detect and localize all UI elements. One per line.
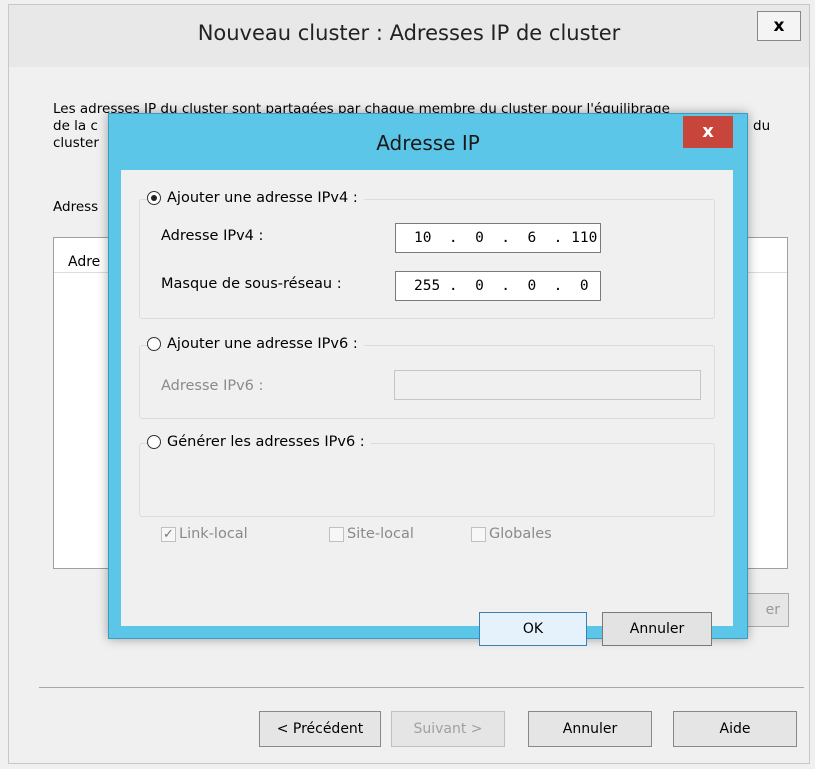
divider — [39, 687, 804, 688]
site-local-option[interactable]: Site-local — [329, 526, 414, 542]
ip-address-dialog: Adresse IP x Ajouter une adresse IPv4 : … — [108, 113, 748, 646]
generate-ipv6-radio[interactable] — [147, 435, 161, 449]
ipv4-group — [139, 199, 715, 319]
link-local-label: Link-local — [179, 526, 248, 542]
subnet-mask-field[interactable]: 255 . 0 . 0 . 0 — [395, 271, 601, 301]
dialog-title: Adresse IP — [376, 131, 480, 155]
ipv4-option-label: Ajouter une adresse IPv4 : — [167, 190, 358, 206]
ipv6-option-label: Ajouter une adresse IPv6 : — [167, 336, 358, 352]
ipv6-radio-option[interactable]: Ajouter une adresse IPv6 : — [147, 336, 364, 352]
ipv6-radio[interactable] — [147, 337, 161, 351]
ipv4-radio-option[interactable]: Ajouter une adresse IPv4 : — [147, 190, 364, 206]
site-local-label: Site-local — [347, 526, 414, 542]
generate-ipv6-group — [139, 443, 715, 517]
subnet-mask-label: Masque de sous-réseau : — [161, 276, 342, 292]
dialog-close-button[interactable]: x — [683, 116, 733, 148]
help-button[interactable]: Aide — [673, 711, 797, 747]
address-column-header[interactable]: Adre — [68, 254, 100, 270]
wizard-title: Nouveau cluster : Adresses IP de cluster — [197, 21, 621, 45]
address-list-label: Adress — [53, 199, 99, 215]
ipv6-address-field[interactable] — [394, 370, 701, 400]
previous-button[interactable]: < Précédent — [259, 711, 381, 747]
ipv4-address-field[interactable]: 10 . 0 . 6 . 110 — [395, 223, 601, 253]
dialog-cancel-button[interactable]: Annuler — [602, 612, 712, 646]
ok-button[interactable]: OK — [479, 612, 587, 646]
dialog-body: Ajouter une adresse IPv4 : Adresse IPv4 … — [121, 170, 733, 646]
link-local-option[interactable]: ✓ Link-local — [161, 526, 248, 542]
wizard-titlebar: Nouveau cluster : Adresses IP de cluster… — [9, 5, 809, 67]
ipv4-address-label: Adresse IPv4 : — [161, 228, 264, 244]
next-button[interactable]: Suivant > — [391, 711, 505, 747]
ipv4-radio[interactable] — [147, 191, 161, 205]
ipv6-address-label: Adresse IPv6 : — [161, 378, 264, 394]
site-local-checkbox[interactable] — [329, 526, 344, 542]
global-option[interactable]: Globales — [471, 526, 552, 542]
generate-ipv6-radio-option[interactable]: Générer les adresses IPv6 : — [147, 434, 371, 450]
generate-ipv6-option-label: Générer les adresses IPv6 : — [167, 434, 365, 450]
global-checkbox[interactable] — [471, 526, 486, 542]
wizard-cancel-button[interactable]: Annuler — [528, 711, 652, 747]
wizard-close-button[interactable]: x — [757, 11, 801, 41]
check-icon[interactable]: ✓ — [161, 526, 176, 542]
global-label: Globales — [489, 526, 552, 542]
description-fragment: du — [753, 118, 771, 134]
